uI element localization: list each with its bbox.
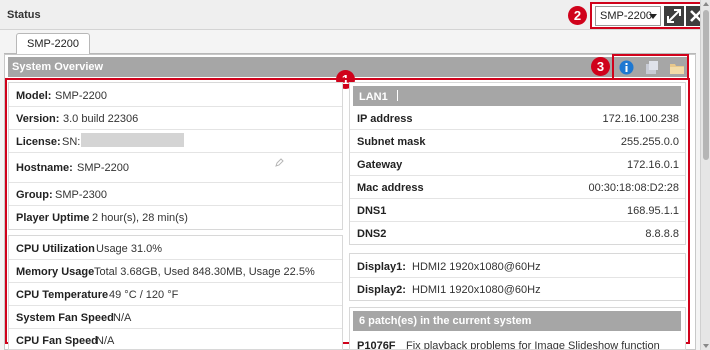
cpu-value: Usage 31.0%: [96, 243, 163, 255]
display1-row: Display1: HDMI2 1920x1080@60Hz: [350, 255, 685, 278]
export-icon[interactable]: [644, 60, 659, 75]
device-select-value: SMP-2200: [600, 10, 652, 22]
temperature-label: CPU Temperature: [16, 289, 109, 301]
model-label: Model:: [16, 90, 52, 102]
system-fan-value: N/A: [113, 312, 132, 324]
cpu-fan-label: CPU Fan Speed: [16, 335, 98, 347]
cpu-fan-value: N/A: [96, 335, 115, 347]
subnet-value: 255.255.0.0: [620, 136, 679, 148]
group-value: SMP-2300: [55, 189, 107, 201]
folder-icon[interactable]: [669, 60, 685, 75]
gateway-value: 172.16.0.1: [627, 159, 679, 171]
memory-label: Memory Usage: [16, 266, 95, 278]
subnet-row: Subnet mask 255.255.0.0: [350, 130, 685, 153]
memory-row: Memory Usage Total 3.68GB, Used 848.30MB…: [9, 260, 342, 283]
patches-card: 6 patch(es) in the current system P1076F…: [349, 307, 686, 350]
displays-card: Display1: HDMI2 1920x1080@60Hz Display2:…: [349, 253, 686, 301]
system-fan-label: System Fan Speed: [16, 312, 114, 324]
model-row: Model: SMP-2200: [9, 84, 342, 107]
ip-value: 172.16.100.238: [602, 113, 679, 125]
display2-label: Display2:: [357, 284, 406, 296]
uptime-value: 2 hour(s), 28 min(s): [92, 212, 188, 224]
dns1-label: DNS1: [357, 205, 387, 217]
mac-label: Mac address: [357, 182, 424, 194]
tab-separator: [396, 90, 398, 101]
version-value: 3.0 build 22306: [63, 113, 139, 125]
patch-description: Fix playback problems for Image Slidesho…: [406, 340, 660, 350]
dns2-label: DNS2: [357, 228, 387, 240]
callout-badge-3: 3: [591, 57, 610, 76]
hostname-row[interactable]: Hostname: SMP-2200: [9, 153, 342, 183]
resource-usage-card: CPU Utilization Usage 31.0% Memory Usage…: [8, 235, 343, 350]
subnet-label: Subnet mask: [357, 136, 426, 148]
model-value: SMP-2200: [55, 90, 107, 102]
tab-lan1[interactable]: LAN1: [359, 91, 388, 103]
scroll-up-icon[interactable]: [703, 2, 709, 6]
group-label: Group:: [16, 189, 53, 201]
gateway-row: Gateway 172.16.0.1: [350, 153, 685, 176]
system-fan-row: System Fan Speed N/A: [9, 306, 342, 329]
hostname-label: Hostname:: [16, 162, 73, 174]
dns2-value: 8.8.8.8: [645, 228, 679, 240]
patch-id: P1076F: [357, 340, 396, 350]
pencil-icon[interactable]: [275, 158, 284, 167]
gateway-label: Gateway: [357, 159, 403, 171]
license-label: License:: [16, 136, 61, 148]
license-serial-redacted: [81, 133, 184, 147]
cpu-row: CPU Utilization Usage 31.0%: [9, 237, 342, 260]
network-card: LAN1 IP address 172.16.100.238 Subnet ma…: [349, 82, 686, 245]
cpu-label: CPU Utilization: [16, 243, 95, 255]
info-icon[interactable]: [619, 60, 634, 75]
tab-smp-2200[interactable]: SMP-2200: [16, 33, 90, 54]
expand-icon: [667, 9, 681, 23]
scroll-down-icon[interactable]: [703, 344, 709, 348]
display1-value: HDMI2 1920x1080@60Hz: [412, 261, 541, 273]
license-sn-label: SN:: [62, 136, 81, 148]
network-header: LAN1: [353, 86, 681, 106]
header-tools-highlight: [612, 54, 689, 80]
display2-row: Display2: HDMI1 1920x1080@60Hz: [350, 278, 685, 301]
temperature-row: CPU Temperature 49 °C / 120 °F: [9, 283, 342, 306]
display1-label: Display1:: [357, 261, 406, 273]
license-row: License: SN:: [9, 130, 342, 153]
ip-label: IP address: [357, 113, 413, 125]
dns1-value: 168.95.1.1: [627, 205, 679, 217]
display2-value: HDMI1 1920x1080@60Hz: [412, 284, 541, 296]
callout-badge-2: 2: [568, 6, 587, 25]
uptime-label: Player Uptime: [16, 212, 90, 224]
dns1-row: DNS1 168.95.1.1: [350, 199, 685, 222]
group-row: Group: SMP-2300: [9, 183, 342, 206]
mac-value: 00:30:18:08:D2:28: [588, 182, 679, 194]
expand-button[interactable]: [664, 6, 684, 26]
dns2-row: DNS2 8.8.8.8: [350, 222, 685, 245]
panel-title: System Overview: [12, 61, 104, 73]
vertical-scrollbar[interactable]: [700, 0, 710, 350]
mac-row: Mac address 00:30:18:08:D2:28: [350, 176, 685, 199]
scroll-thumb[interactable]: [703, 10, 709, 160]
version-label: Version:: [16, 113, 60, 125]
hostname-value: SMP-2200: [77, 162, 129, 174]
version-row: Version: 3.0 build 22306: [9, 107, 342, 130]
temperature-value: 49 °C / 120 °F: [109, 289, 179, 301]
device-info-card: Model: SMP-2200 Version: 3.0 build 22306…: [8, 82, 343, 230]
device-select[interactable]: SMP-2200: [595, 6, 661, 26]
top-controls-highlight: SMP-2200: [590, 2, 708, 29]
patches-header: 6 patch(es) in the current system: [353, 311, 681, 331]
window-title: Status: [7, 9, 41, 21]
uptime-row: Player Uptime 2 hour(s), 28 min(s): [9, 206, 342, 229]
memory-value: Total 3.68GB, Used 848.30MB, Usage 22.5%: [94, 266, 315, 278]
cpu-fan-row: CPU Fan Speed N/A: [9, 329, 342, 350]
ip-row: IP address 172.16.100.238: [350, 107, 685, 130]
patch-row: P1076F Fix playback problems for Image S…: [350, 332, 685, 350]
chevron-down-icon: [649, 14, 657, 19]
